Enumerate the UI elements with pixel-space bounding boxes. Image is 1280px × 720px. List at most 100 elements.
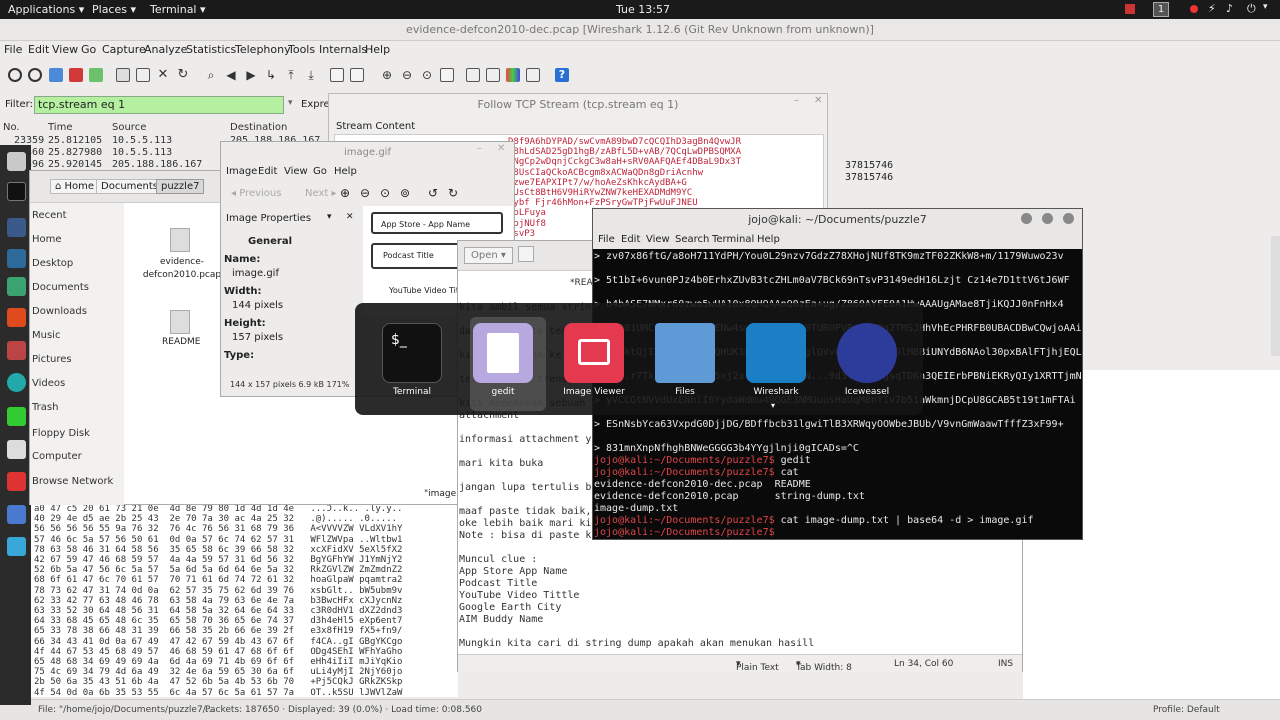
menu-view[interactable]: View	[284, 166, 308, 177]
rotate-left-icon[interactable]: ↺	[428, 186, 438, 200]
last-packet-icon[interactable]: ⤓	[304, 68, 318, 82]
zoom-normal-icon[interactable]: ⊙	[380, 186, 390, 200]
close-button[interactable]	[1063, 213, 1074, 224]
sidebar-item-home[interactable]: Home	[32, 234, 62, 245]
menu-analyze[interactable]: Analyze	[144, 43, 187, 56]
sidebar-item-computer[interactable]: Computer	[32, 451, 82, 462]
minimize-icon[interactable]: –	[477, 143, 482, 154]
editor-line[interactable]: oke lebih baik mari ki	[459, 518, 591, 529]
editor-line[interactable]: Google Earth City	[459, 602, 561, 613]
chevron-down-icon[interactable]: ▾	[1263, 2, 1268, 12]
zoom-out-icon[interactable]: ⊖	[400, 68, 414, 82]
menu-view[interactable]: View	[52, 43, 78, 56]
find-icon[interactable]: ⌕	[204, 68, 218, 82]
reload-icon[interactable]: ↻	[176, 68, 190, 82]
next-button[interactable]: Next ▸	[305, 188, 337, 199]
breadcrumb-home[interactable]: ⌂ Home	[50, 179, 100, 194]
menu-edit[interactable]: Edit	[28, 43, 49, 56]
editor-line[interactable]: mari kita buka	[459, 458, 543, 469]
stop-capture-icon[interactable]	[69, 68, 83, 82]
menu-statistics[interactable]: Statistics	[186, 43, 236, 56]
sidebar-item-videos[interactable]: Videos	[32, 378, 65, 389]
status-profile[interactable]: Profile: Default	[1153, 705, 1220, 715]
menu-help[interactable]: Help	[334, 166, 357, 177]
display-filters-icon[interactable]	[486, 68, 500, 82]
maximize-button[interactable]	[1042, 213, 1053, 224]
dock-app-icon[interactable]	[7, 440, 26, 459]
zoom-in-icon[interactable]: ⊕	[380, 68, 394, 82]
save-icon[interactable]	[136, 68, 150, 82]
hex-line[interactable]: 01604f 54 0d 0a 6b 35 53 55 6c 4a 57 6c …	[0, 688, 458, 699]
file-name[interactable]: evidence-defcon2010.pcap	[142, 256, 222, 282]
help-icon[interactable]: ?	[555, 68, 569, 82]
places-menu[interactable]: Places ▾	[92, 3, 136, 16]
menu-search[interactable]: Search	[675, 234, 709, 245]
editor-line[interactable]: Mungkin kita cari di string dump apakah …	[459, 638, 814, 649]
sidebar-item-desktop[interactable]: Desktop	[32, 258, 73, 269]
col-source[interactable]: Source	[112, 122, 146, 133]
previous-button[interactable]: ◂ Previous	[231, 188, 281, 199]
first-packet-icon[interactable]: ⤒	[284, 68, 298, 82]
zoom-in-icon[interactable]: ⊕	[340, 186, 350, 200]
menu-file[interactable]: File	[598, 234, 615, 245]
iceweasel-app-icon[interactable]	[837, 323, 897, 383]
zoom-out-icon[interactable]: ⊖	[360, 186, 370, 200]
menu-edit[interactable]: Edit	[258, 166, 277, 177]
dock-terminal-icon[interactable]	[7, 182, 26, 201]
back-icon[interactable]: ◀	[224, 68, 238, 82]
sidebar-item-recent[interactable]: Recent	[32, 210, 67, 221]
scrollbar[interactable]	[1271, 236, 1280, 356]
col-time[interactable]: Time	[48, 122, 72, 133]
open-icon[interactable]	[116, 68, 130, 82]
dock-app-icon[interactable]	[7, 277, 26, 296]
editor-line[interactable]: informasi attachment y	[459, 434, 591, 445]
minimize-icon[interactable]: –	[794, 95, 799, 106]
terminal-app-menu[interactable]: Terminal ▾	[150, 3, 206, 16]
close-icon[interactable]: ✕	[814, 95, 822, 106]
col-no[interactable]: No.	[3, 122, 20, 133]
menu-telephony[interactable]: Telephony	[235, 43, 291, 56]
workspace-switcher[interactable]: 1	[1153, 2, 1169, 17]
start-capture-icon[interactable]	[49, 68, 63, 82]
status-tab-width[interactable]: Tab Width: 8 ▾	[796, 659, 852, 673]
breadcrumb-puzzle7[interactable]: puzzle7	[156, 179, 205, 194]
menu-help[interactable]: Help	[365, 43, 390, 56]
normal-size-icon[interactable]: ⊙	[420, 68, 434, 82]
editor-line[interactable]: App Store App Name	[459, 566, 567, 577]
record-icon[interactable]	[1190, 5, 1198, 13]
filter-dropdown-icon[interactable]: ▾	[288, 98, 293, 108]
open-button[interactable]: Open ▾	[464, 247, 513, 264]
menu-go[interactable]: Go	[81, 43, 96, 56]
dock-app-icon[interactable]	[7, 505, 26, 524]
close-pane-icon[interactable]: ✕	[346, 212, 354, 222]
volume-icon[interactable]: ♪	[1226, 2, 1233, 15]
preferences-icon[interactable]	[526, 68, 540, 82]
terminal-app-icon[interactable]: $_	[382, 323, 442, 383]
file-name[interactable]: README	[162, 337, 200, 347]
restart-capture-icon[interactable]	[89, 68, 103, 82]
close-icon[interactable]: ✕	[497, 143, 505, 154]
clock[interactable]: Tue 13:57	[616, 3, 670, 16]
image-viewer-app-icon[interactable]	[564, 323, 624, 383]
wireshark-app-icon[interactable]	[746, 323, 806, 383]
editor-line[interactable]: maaf paste tidak baik,	[459, 506, 591, 517]
applications-menu[interactable]: Applications ▾	[8, 3, 84, 16]
dock-app-icon[interactable]	[7, 341, 26, 360]
close-file-icon[interactable]: ✕	[156, 68, 170, 82]
files-app-icon[interactable]	[655, 323, 715, 383]
rotate-right-icon[interactable]: ↻	[448, 186, 458, 200]
menu-internals[interactable]: Internals	[319, 43, 367, 56]
sidebar-item-trash[interactable]: Trash	[32, 402, 58, 413]
dropdown-icon[interactable]: ▾	[327, 212, 332, 222]
editor-line[interactable]: YouTube Video Tittle	[459, 590, 579, 601]
sidebar-item-pictures[interactable]: Pictures	[32, 354, 72, 365]
network-icon[interactable]: ⚡	[1208, 2, 1216, 15]
notification-icon[interactable]	[1125, 4, 1135, 14]
dock-app-icon[interactable]	[7, 249, 26, 268]
goto-icon[interactable]: ↳	[264, 68, 278, 82]
editor-line[interactable]: AIM Buddy Name	[459, 614, 543, 625]
options-icon[interactable]	[28, 68, 42, 82]
dock-app-icon[interactable]	[7, 407, 26, 426]
dock-app-icon[interactable]	[7, 537, 26, 556]
sidebar-item-floppy[interactable]: Floppy Disk	[32, 428, 90, 439]
